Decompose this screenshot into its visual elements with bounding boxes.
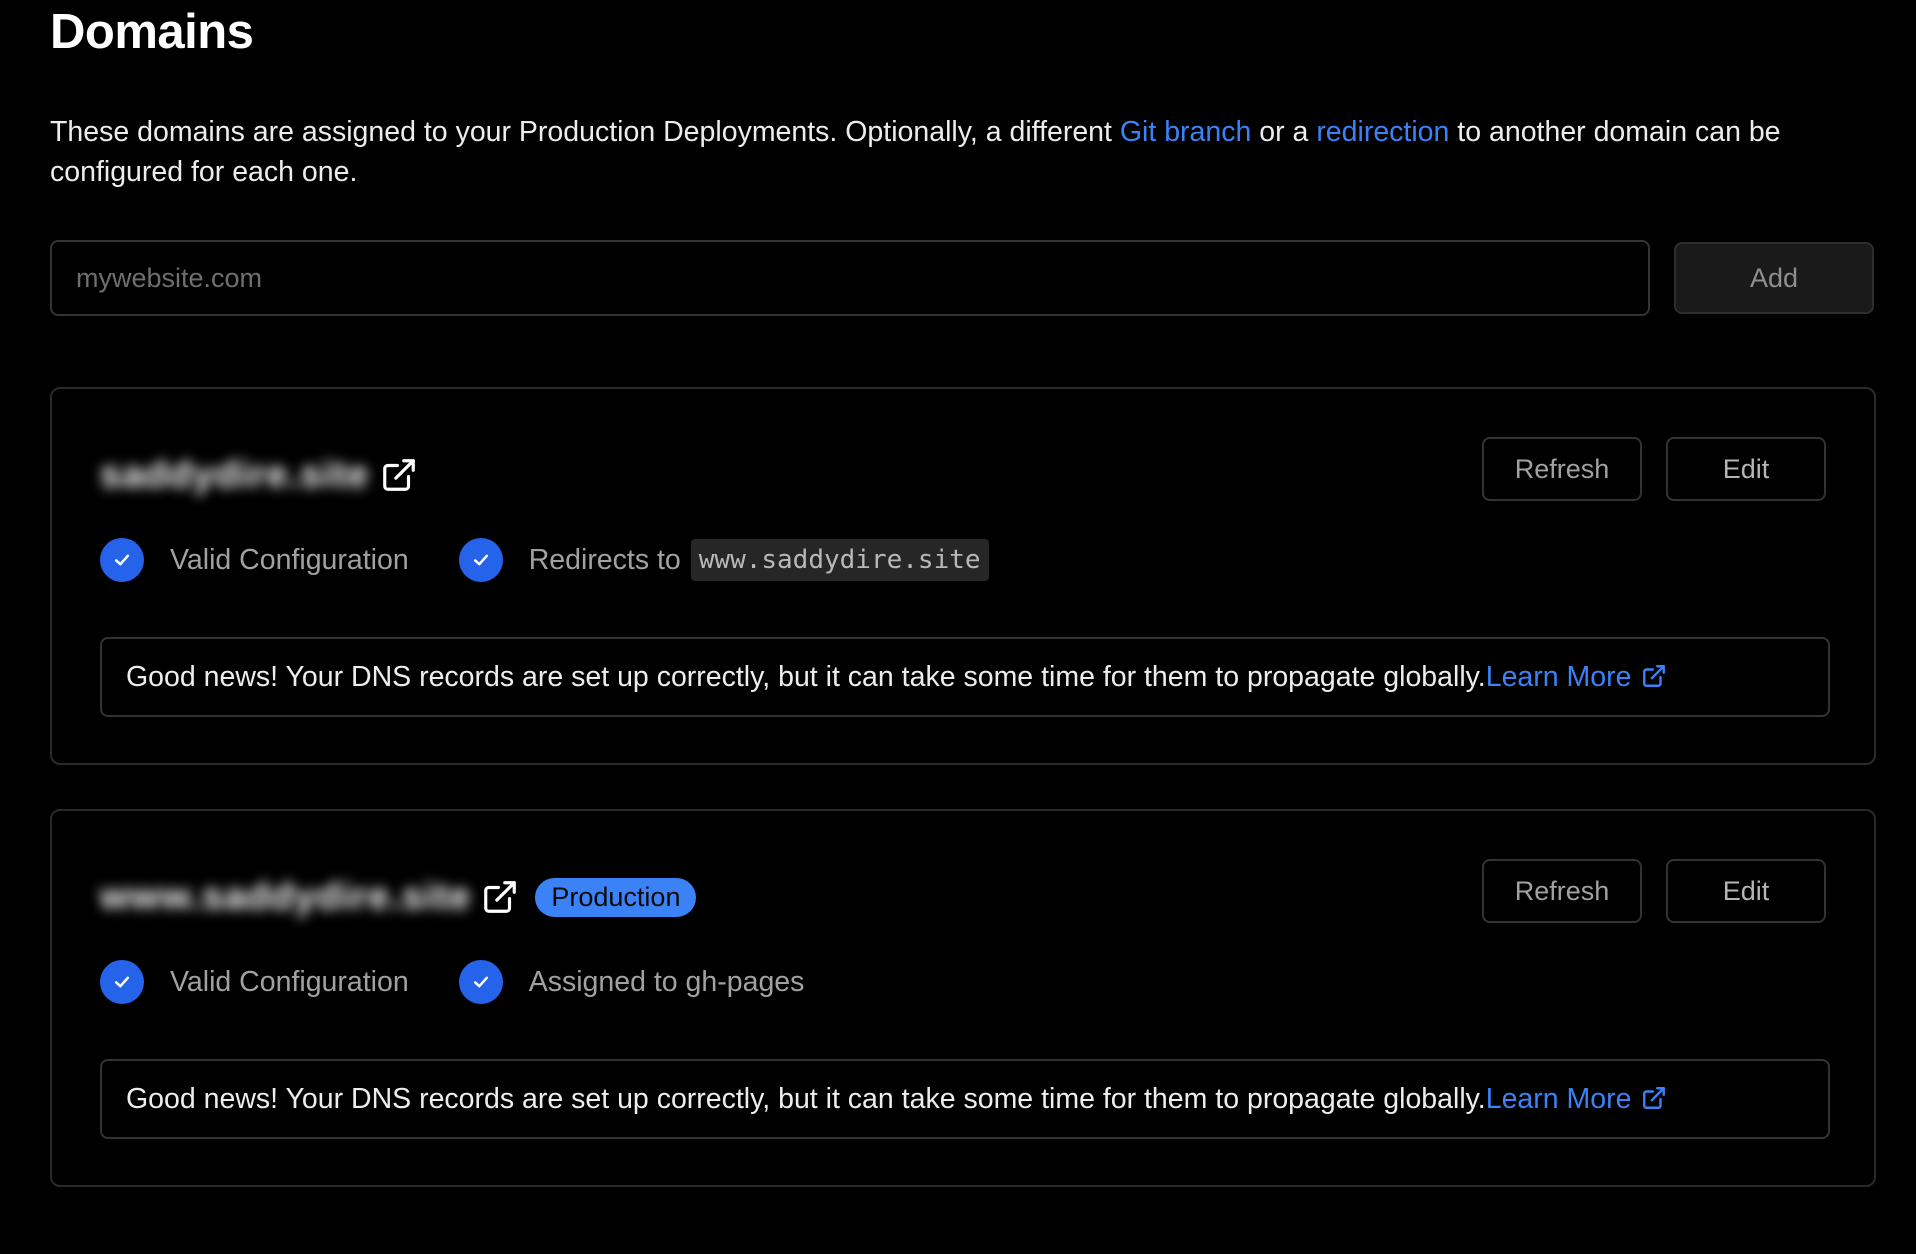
add-domain-form: Add [50, 240, 1874, 316]
page-description: These domains are assigned to your Produ… [50, 112, 1880, 192]
domain-card: saddydire.site Refresh Edit Valid Config… [50, 387, 1876, 765]
check-circle-icon [458, 960, 503, 1004]
dns-notice: Good news! Your DNS records are set up c… [100, 1059, 1830, 1139]
status-row: Valid Configuration Assigned to gh-pages [100, 956, 854, 1008]
branch-assignment-status: Assigned to gh-pages [458, 960, 805, 1004]
status-row: Valid Configuration Redirects to www.sad… [100, 534, 1039, 586]
learn-more-label: Learn More [1485, 660, 1632, 693]
status-label: Valid Configuration [170, 543, 409, 576]
learn-more-label: Learn More [1485, 1082, 1632, 1115]
domain-card-actions: Refresh Edit [1482, 859, 1826, 923]
external-link-icon[interactable] [380, 456, 418, 494]
notice-text: Good news! Your DNS records are set up c… [126, 660, 1486, 693]
production-badge: Production [535, 877, 697, 917]
external-link-icon[interactable] [481, 878, 519, 916]
domain-card-header: saddydire.site [100, 447, 418, 503]
edit-button[interactable]: Edit [1666, 437, 1826, 501]
external-link-icon [1641, 1085, 1667, 1111]
refresh-button[interactable]: Refresh [1482, 859, 1642, 923]
check-circle-icon [100, 960, 144, 1004]
status-label: Valid Configuration [170, 965, 409, 998]
domain-name[interactable]: www.saddydire.site [100, 876, 471, 919]
domain-name[interactable]: saddydire.site [100, 454, 370, 497]
valid-configuration-status: Valid Configuration [100, 960, 409, 1004]
redirection-link[interactable]: redirection [1316, 116, 1449, 148]
description-text-2: or a [1251, 116, 1317, 148]
check-circle-icon [458, 538, 503, 582]
external-link-icon [1641, 663, 1667, 689]
refresh-button[interactable]: Refresh [1482, 437, 1642, 501]
check-circle-icon [100, 538, 144, 582]
domain-card-header: www.saddydire.site Production [100, 869, 697, 925]
dns-notice: Good news! Your DNS records are set up c… [100, 637, 1830, 717]
domains-page: Domains These domains are assigned to yo… [0, 0, 1916, 1254]
add-button[interactable]: Add [1674, 242, 1874, 314]
notice-text: Good news! Your DNS records are set up c… [126, 1082, 1486, 1115]
domain-card-actions: Refresh Edit [1482, 437, 1826, 501]
status-label: Assigned to gh-pages [528, 965, 805, 998]
learn-more-link[interactable]: Learn More [1486, 661, 1668, 694]
domain-input[interactable] [50, 240, 1650, 316]
learn-more-link[interactable]: Learn More [1486, 1083, 1668, 1116]
domain-card: www.saddydire.site Production Refresh Ed… [50, 809, 1876, 1187]
page-title: Domains [50, 5, 254, 59]
status-label: Redirects to [528, 543, 681, 576]
edit-button[interactable]: Edit [1666, 859, 1826, 923]
description-text-1: These domains are assigned to your Produ… [50, 116, 1120, 148]
redirect-target-code: www.saddydire.site [690, 539, 989, 581]
git-branch-link[interactable]: Git branch [1120, 116, 1251, 148]
redirect-status: Redirects to www.saddydire.site [458, 538, 989, 582]
valid-configuration-status: Valid Configuration [100, 538, 409, 582]
